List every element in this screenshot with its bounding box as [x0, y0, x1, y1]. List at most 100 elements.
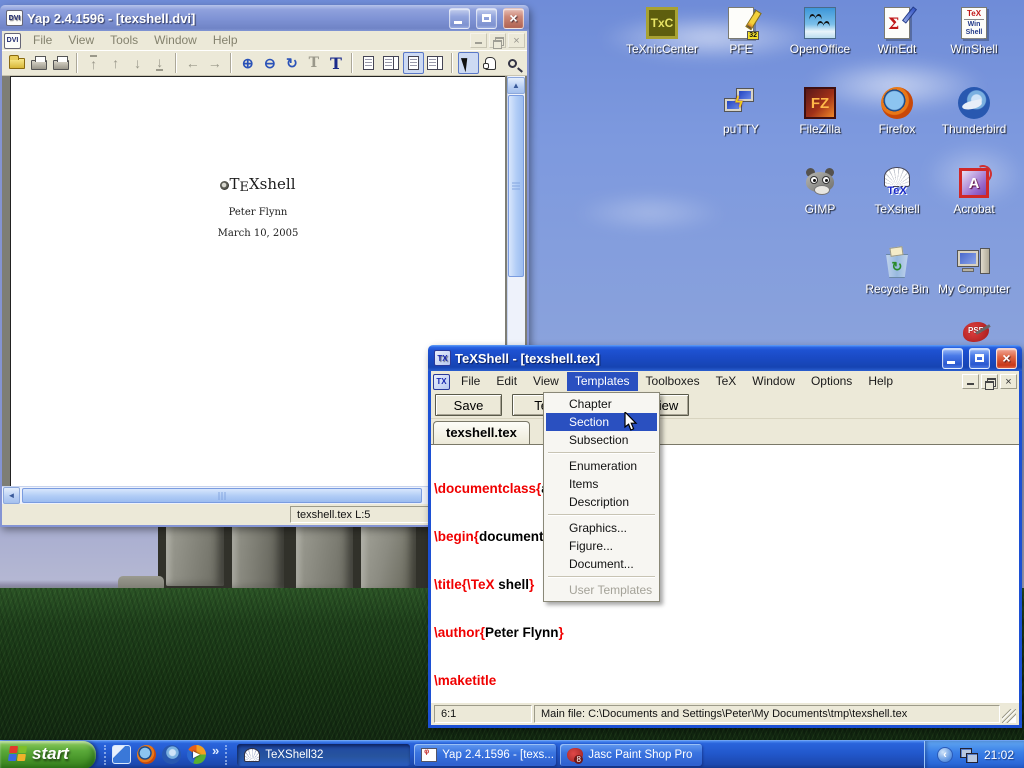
menu-item-items[interactable]: Items: [546, 475, 657, 493]
taskbar-button-yap[interactable]: Yap 2.4.1596 - [texs...: [414, 744, 556, 766]
desktop-icon-pfe[interactable]: 32 PFE: [703, 6, 779, 56]
scroll-up-button[interactable]: ▲: [507, 77, 525, 94]
mdi-minimize-button[interactable]: [962, 374, 979, 389]
desktop-icon-putty[interactable]: ϟ puTTY: [703, 86, 779, 136]
menu-item-figure[interactable]: Figure...: [546, 537, 657, 555]
menu-item-graphics[interactable]: Graphics...: [546, 519, 657, 537]
menu-edit[interactable]: Edit: [488, 372, 525, 391]
pfe-badge: 32: [747, 31, 759, 40]
menu-tools[interactable]: Tools: [102, 31, 146, 50]
horizontal-scroll-thumb[interactable]: [22, 488, 422, 503]
windows-flag-icon: [8, 746, 27, 761]
continuous-double-view-button[interactable]: [425, 52, 446, 74]
desktop-icon-winshell[interactable]: TeX Win Shell WinShell: [936, 6, 1012, 56]
refresh-button[interactable]: ↻: [281, 52, 302, 74]
desktop-icon-label: OpenOffice: [782, 43, 858, 56]
quicklaunch-overflow-chevron[interactable]: »: [212, 741, 219, 758]
menu-tex[interactable]: TeX: [708, 372, 745, 391]
desktop-icon-paintshoppro[interactable]: PSP: [936, 322, 1012, 347]
open-file-button[interactable]: [6, 52, 27, 74]
dvi-doc-date: March 10, 2005: [11, 228, 505, 239]
menu-view[interactable]: View: [60, 31, 102, 50]
editor-tab-row: texshell.tex: [431, 419, 1019, 444]
menu-item-chapter[interactable]: Chapter: [546, 395, 657, 413]
menu-item-description[interactable]: Description: [546, 493, 657, 511]
menu-window[interactable]: Window: [146, 31, 205, 50]
desktop-icon-openoffice[interactable]: OpenOffice: [782, 6, 858, 56]
close-button[interactable]: ×: [503, 8, 524, 29]
print-button[interactable]: [28, 52, 49, 74]
media-player-quicklaunch-icon[interactable]: ▶: [187, 745, 206, 764]
menu-file[interactable]: File: [453, 372, 488, 391]
continuous-view-button[interactable]: [403, 52, 424, 74]
main-file-status: Main file: C:\Documents and Settings\Pet…: [534, 705, 1000, 723]
previous-page-button[interactable]: ↑: [105, 52, 126, 74]
desktop-icon-acrobat[interactable]: A Acrobat: [936, 166, 1012, 216]
menu-item-section[interactable]: Section: [546, 413, 657, 431]
close-button[interactable]: ×: [996, 348, 1017, 369]
desktop-icon-firefox[interactable]: Firefox: [859, 86, 935, 136]
taskbar-button-paintshoppro[interactable]: Jasc Paint Shop Pro: [560, 744, 702, 766]
firefox-quicklaunch-icon[interactable]: [137, 745, 156, 764]
forward-button[interactable]: →: [204, 52, 225, 74]
latex-editor[interactable]: \documentclass{article} \begin{document}…: [431, 444, 1019, 703]
mdi-restore-button[interactable]: [981, 374, 998, 389]
magnifier-tool-button[interactable]: [502, 52, 523, 74]
start-button[interactable]: start: [0, 741, 96, 768]
scroll-left-button[interactable]: ◄: [3, 487, 20, 504]
maximize-button[interactable]: [969, 348, 990, 369]
menu-window[interactable]: Window: [744, 372, 803, 391]
menu-item-document[interactable]: Document...: [546, 555, 657, 573]
minimize-button[interactable]: [449, 8, 470, 29]
menu-help[interactable]: Help: [205, 31, 246, 50]
resize-grip[interactable]: [1002, 709, 1016, 723]
network-tray-icon[interactable]: [960, 748, 977, 762]
menu-options[interactable]: Options: [803, 372, 860, 391]
double-page-view-button[interactable]: [380, 52, 401, 74]
zoom-in-button[interactable]: ⊕: [237, 52, 258, 74]
menu-item-subsection[interactable]: Subsection: [546, 431, 657, 449]
show-desktop-icon[interactable]: [112, 745, 131, 764]
text-tool-button[interactable]: T: [325, 52, 346, 74]
desktop-icon-winedt[interactable]: Σ WinEdt: [859, 6, 935, 56]
menu-help[interactable]: Help: [860, 372, 901, 391]
desktop-icon-texniccenter[interactable]: TxC TeXnicCenter: [624, 6, 700, 56]
menu-file[interactable]: File: [25, 31, 60, 50]
desktop-icon-recycle-bin[interactable]: ↻ Recycle Bin: [859, 246, 935, 296]
first-page-button[interactable]: ↑: [83, 52, 104, 74]
back-button[interactable]: ←: [182, 52, 203, 74]
vertical-scroll-thumb[interactable]: [508, 95, 524, 277]
menu-view[interactable]: View: [525, 372, 567, 391]
ruler-tool-button[interactable]: T: [303, 52, 324, 74]
menu-item-enumeration[interactable]: Enumeration: [546, 457, 657, 475]
texshell-titlebar[interactable]: TX TeXShell - [texshell.tex] ×: [428, 345, 1022, 371]
mdi-close-button[interactable]: ×: [1000, 374, 1017, 389]
recycle-arrows-glyph: ↻: [882, 259, 912, 275]
desktop-icon-my-computer[interactable]: My Computer: [936, 246, 1012, 296]
desktop-icon-gimp[interactable]: GIMP: [782, 166, 858, 216]
tray-collapse-chevron[interactable]: ‹: [937, 747, 953, 763]
zoom-out-button[interactable]: ⊖: [259, 52, 280, 74]
single-page-view-button[interactable]: [358, 52, 379, 74]
toolbar-separator: [104, 745, 106, 765]
desktop-icon-filezilla[interactable]: FZ FileZilla: [782, 86, 858, 136]
taskbar-button-texshell[interactable]: TeXShell32: [237, 744, 410, 766]
next-page-button[interactable]: ↓: [127, 52, 148, 74]
taskbar-clock[interactable]: 21:02: [984, 748, 1014, 762]
maximize-button[interactable]: [476, 8, 497, 29]
save-button[interactable]: Save: [435, 394, 502, 416]
desktop-icon-thunderbird[interactable]: Thunderbird: [936, 86, 1012, 136]
thunderbird-quicklaunch-icon[interactable]: [162, 745, 181, 764]
minimize-button[interactable]: [942, 348, 963, 369]
menu-templates[interactable]: Templates: [567, 372, 638, 391]
menu-separator: [548, 452, 655, 454]
desktop-icon-texshell[interactable]: TeX TeXshell: [859, 166, 935, 216]
print-page-button[interactable]: [50, 52, 71, 74]
firefox-icon: [881, 87, 913, 119]
hand-tool-button[interactable]: [480, 52, 501, 74]
select-tool-button[interactable]: [458, 52, 479, 74]
yap-titlebar[interactable]: DVI Yap 2.4.1596 - [texshell.dvi] ×: [0, 5, 529, 31]
last-page-button[interactable]: ↓: [149, 52, 170, 74]
tab-texshell-tex[interactable]: texshell.tex: [433, 421, 530, 444]
menu-toolboxes[interactable]: Toolboxes: [638, 372, 708, 391]
